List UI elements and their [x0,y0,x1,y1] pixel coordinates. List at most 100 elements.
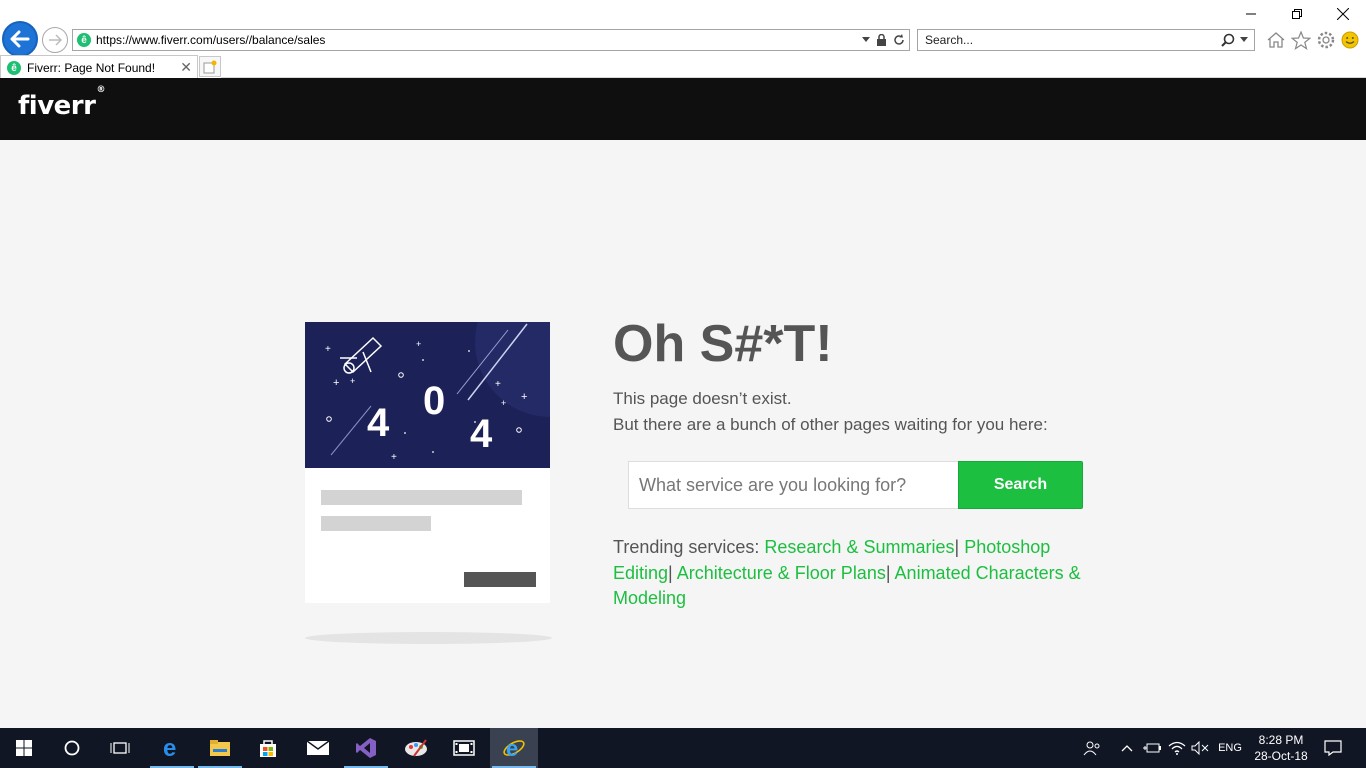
space-scene: + + + + + + + + 4 0 4 [325,322,550,463]
folder-icon [210,740,230,756]
people-icon[interactable] [1082,728,1102,768]
svg-text:e: e [506,736,518,760]
show-hidden-icons-icon[interactable] [1120,728,1134,768]
search-icon[interactable] [1221,33,1235,47]
svg-text:+: + [325,344,331,355]
start-button[interactable] [0,728,48,768]
svg-text:+: + [501,398,506,408]
site-header: fiverr® [0,78,1366,140]
task-view-icon [110,742,130,754]
digit-4-left: 4 [367,401,390,445]
dropdown-arrow-icon[interactable] [862,37,870,43]
placeholder-text-line [321,516,431,531]
svg-text:+: + [350,376,355,386]
error-illustration-card: + + + + + + + + 4 0 4 [305,322,550,603]
site-favicon-icon: ê [77,33,91,47]
space-illustration: + + + + + + + + 4 0 4 [305,322,550,468]
arrow-right-icon [49,34,62,46]
new-tab-icon [203,60,217,73]
digit-0: 0 [423,379,445,423]
taskbar-mail[interactable] [294,728,342,768]
taskbar-visual-studio[interactable] [342,728,390,768]
gear-icon[interactable] [1316,30,1336,50]
url-text[interactable]: https://www.fiverr.com/users//balance/sa… [96,33,325,47]
browser-tab-active[interactable]: ê Fiverr: Page Not Found! ✕ [0,55,198,78]
back-button[interactable] [2,21,38,57]
mail-icon [306,740,330,755]
visual-studio-icon [356,738,376,758]
placeholder-button [464,572,536,587]
taskbar-store[interactable] [244,728,292,768]
trending-link-architecture[interactable]: Architecture & Floor Plans [677,563,886,583]
film-strip-icon [453,740,475,756]
system-clock[interactable]: 8:28 PM 28-Oct-18 [1250,732,1312,764]
taskbar-internet-explorer[interactable]: e [490,728,538,768]
browser-toolbar [1266,29,1359,51]
taskbar-file-explorer[interactable] [196,728,244,768]
tab-favicon-icon: ê [7,61,21,75]
registered-mark: ® [96,85,105,96]
task-view-button[interactable] [96,728,144,768]
taskbar-movie-maker[interactable] [440,728,488,768]
action-center-icon[interactable] [1318,728,1348,768]
svg-text:+: + [416,339,421,349]
svg-text:+: + [391,452,397,463]
svg-text:e: e [163,737,176,759]
trending-link-research[interactable]: Research & Summaries [764,537,954,557]
new-tab-button[interactable] [199,56,221,77]
favorites-star-icon[interactable] [1291,30,1311,50]
trending-label: Trending services: [613,537,760,557]
browser-chrome: ê https://www.fiverr.com/users//balance/… [0,0,1366,78]
store-bag-icon [260,740,276,757]
cortana-circle-icon [64,740,80,756]
taskbar-paint[interactable] [392,728,440,768]
volume-muted-icon[interactable] [1190,728,1210,768]
service-search-placeholder: What service are you looking for? [639,474,907,495]
svg-text:+: + [495,379,501,390]
shooting-star-line [330,405,372,456]
svg-text:+: + [521,391,527,403]
separator: | [954,537,960,557]
close-tab-icon[interactable]: ✕ [180,59,192,76]
taskbar-edge[interactable]: e [148,728,196,768]
wifi-icon[interactable] [1167,728,1187,768]
battery-icon[interactable] [1142,728,1162,768]
card-shadow [305,632,552,644]
separator: | [668,562,673,583]
browser-search-placeholder: Search... [925,33,974,47]
address-bar[interactable]: ê https://www.fiverr.com/users//balance/… [72,29,910,51]
trending-services: Trending services: Research & Summaries|… [613,535,1103,612]
windows-logo-icon [16,740,32,756]
error-submessage: But there are a bunch of other pages wai… [613,415,1048,434]
search-button[interactable]: Search [958,461,1083,509]
browser-search-field[interactable]: Search... [917,29,1255,51]
planet-shape [475,322,550,417]
language-indicator[interactable]: ENG [1214,728,1246,768]
dropdown-arrow-icon[interactable] [1240,37,1248,43]
tab-title: Fiverr: Page Not Found! [27,61,156,75]
refresh-icon[interactable] [893,34,905,46]
window-controls [1228,0,1366,28]
lock-icon[interactable] [876,34,887,46]
telescope-icon [340,336,383,374]
error-message: This page doesn’t exist. [613,389,792,408]
restore-icon[interactable] [1274,0,1320,28]
taskbar: e e ENG 8:28 PM 28-Oct-18 [0,728,1366,768]
arrow-left-icon [10,30,30,48]
fiverr-logo[interactable]: fiverr® [18,85,105,121]
clock-time: 8:28 PM [1258,733,1304,747]
service-search-input[interactable]: What service are you looking for? [628,461,959,509]
placeholder-text-line [321,490,522,505]
forward-button[interactable] [42,27,68,53]
cortana-button[interactable] [48,728,96,768]
logo-text: fiverr [18,91,96,121]
minimize-icon[interactable] [1228,0,1274,28]
svg-text:+: + [333,377,339,389]
edge-icon: e [163,737,176,759]
clock-date: 28-Oct-18 [1254,749,1308,763]
page-title: Oh S#*T! [613,315,833,373]
paint-palette-icon [405,739,427,757]
close-window-icon[interactable] [1320,0,1366,28]
smiley-feedback-icon[interactable] [1341,31,1359,49]
home-icon[interactable] [1266,31,1286,49]
